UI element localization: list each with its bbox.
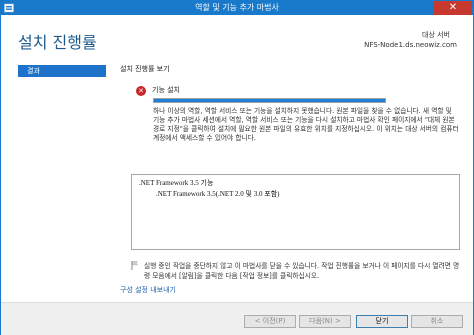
wizard-footer: < 이전(P) 다음(N) > 닫기 취소 <box>1 302 473 335</box>
error-icon: ✕ <box>136 86 146 96</box>
feature-item: .NET Framework 3.5 기능 <box>139 179 214 187</box>
title-bar[interactable]: 역할 및 기능 추가 마법사 ✕ <box>1 1 473 15</box>
wizard-window: 역할 및 기능 추가 마법사 ✕ 설치 진행률 대상 서버 NFS-Node1.… <box>0 0 474 335</box>
previous-button[interactable]: < 이전(P) <box>244 315 296 328</box>
main-content: 설치 진행률 보기 ✕ 기능 설치 하나 이상의 역할, 역할 서비스 또는 기… <box>120 55 460 302</box>
destination-server-label: 대상 서버 <box>422 31 450 39</box>
feature-subitem: .NET Framework 3.5(.NET 2.0 및 3.0 포함) <box>156 190 280 198</box>
export-settings-link[interactable]: 구성 설정 내보내기 <box>120 286 176 295</box>
install-progress-fill <box>154 99 385 102</box>
install-progress-bar <box>153 98 386 103</box>
destination-server-name: NFS-Node1.ds.neowiz.com <box>364 41 457 49</box>
cancel-button[interactable]: 취소 <box>411 315 463 328</box>
close-wizard-note: 실행 중인 작업을 중단하지 않고 이 마법사를 닫을 수 있습니다. 작업 진… <box>144 262 460 280</box>
feature-results-list[interactable]: .NET Framework 3.5 기능 .NET Framework 3.5… <box>131 174 460 250</box>
close-button[interactable]: 닫기 <box>356 315 408 328</box>
nav-item-results[interactable]: 결과 <box>18 65 106 77</box>
window-title: 역할 및 기능 추가 마법사 <box>195 3 279 12</box>
page-title: 설치 진행률 <box>18 33 97 52</box>
section-title: 설치 진행률 보기 <box>120 65 170 73</box>
wizard-nav: 결과 <box>1 55 113 302</box>
flag-icon <box>131 261 138 270</box>
close-window-button[interactable]: ✕ <box>434 1 472 15</box>
feature-install-status: 기능 설치 <box>152 86 180 94</box>
error-message: 하나 이상의 역할, 역할 서비스 또는 기능을 설치하지 못했습니다. 원본 … <box>153 107 459 142</box>
wizard-header: 설치 진행률 대상 서버 NFS-Node1.ds.neowiz.com <box>1 15 473 55</box>
next-button[interactable]: 다음(N) > <box>299 315 351 328</box>
